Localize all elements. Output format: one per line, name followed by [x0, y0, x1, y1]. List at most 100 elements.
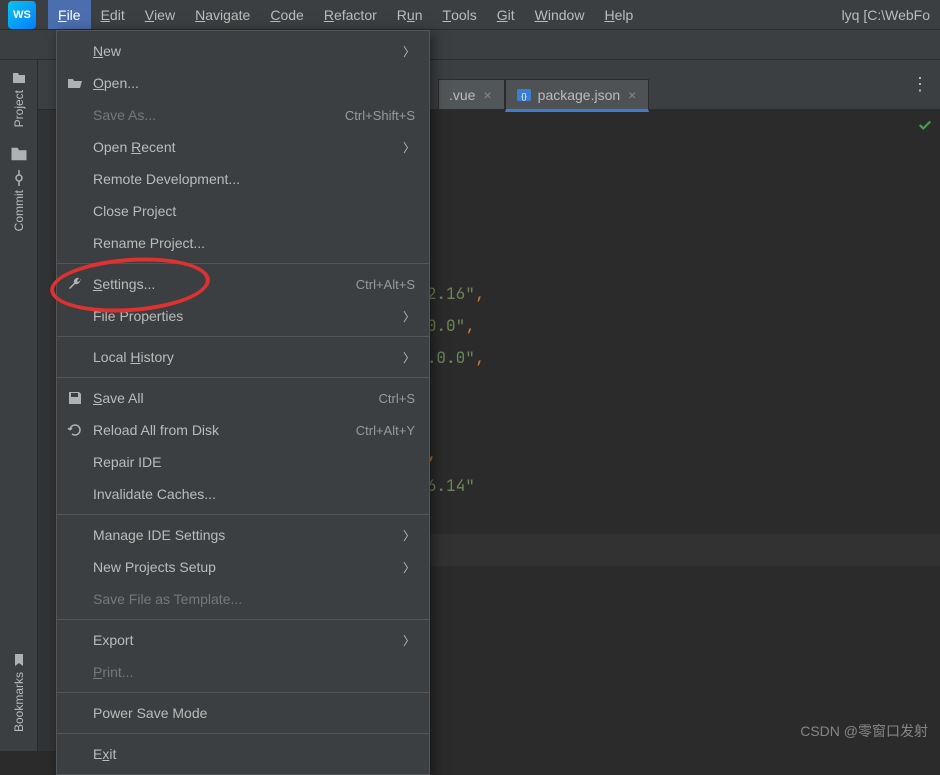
menu-item-invalidate-caches[interactable]: Invalidate Caches... — [57, 478, 429, 510]
project-icon — [11, 70, 27, 86]
menu-item-label: New — [93, 43, 403, 59]
menu-item-manage-ide-settings[interactable]: Manage IDE Settings〉 — [57, 519, 429, 551]
menu-item-label: Power Save Mode — [93, 705, 415, 721]
menu-item-label: Close Project — [93, 203, 415, 219]
menu-item-open-recent[interactable]: Open Recent〉 — [57, 131, 429, 163]
file-menu-dropdown: New〉Open...Save As...Ctrl+Shift+SOpen Re… — [56, 30, 430, 775]
menu-item-label: Invalidate Caches... — [93, 486, 415, 502]
menu-item-label: Settings... — [93, 276, 356, 292]
menu-item-print: Print... — [57, 656, 429, 688]
editor-more-icon[interactable]: ⋮ — [911, 74, 930, 95]
json-icon: {} — [516, 87, 532, 103]
menu-refactor[interactable]: Refactor — [314, 0, 387, 29]
menu-item-export[interactable]: Export〉 — [57, 624, 429, 656]
reload-icon — [67, 422, 83, 438]
menu-item-label: Save File as Template... — [93, 591, 415, 607]
menu-item-label: Manage IDE Settings — [93, 527, 403, 543]
tool-project-label: Project — [12, 90, 26, 127]
menu-item-reload-all-from-disk[interactable]: Reload All from DiskCtrl+Alt+Y — [57, 414, 429, 446]
tool-commit-button[interactable]: Commit — [4, 166, 34, 236]
editor-tab-packagejson[interactable]: {} package.json × — [505, 79, 650, 112]
menu-item-label: Rename Project... — [93, 235, 415, 251]
chevron-right-icon: 〉 — [403, 43, 415, 60]
menu-navigate[interactable]: Navigate — [185, 0, 260, 29]
folder-open-icon — [67, 75, 83, 91]
menu-item-label: Print... — [93, 664, 415, 680]
menu-item-label: Exit — [93, 746, 415, 762]
menu-item-local-history[interactable]: Local History〉 — [57, 341, 429, 373]
close-icon[interactable]: × — [626, 87, 638, 103]
menu-item-save-all[interactable]: Save AllCtrl+S — [57, 382, 429, 414]
chevron-right-icon: 〉 — [403, 308, 415, 325]
menu-item-repair-ide[interactable]: Repair IDE — [57, 446, 429, 478]
menu-shortcut: Ctrl+Alt+Y — [356, 423, 415, 438]
left-tool-stripe: Project Commit Bookmarks — [0, 60, 38, 751]
menu-separator — [57, 263, 429, 264]
chevron-right-icon: 〉 — [403, 559, 415, 576]
menu-edit[interactable]: Edit — [91, 0, 135, 29]
menu-item-settings[interactable]: Settings...Ctrl+Alt+S — [57, 268, 429, 300]
menu-item-label: Open... — [93, 75, 415, 91]
menu-window[interactable]: Window — [525, 0, 595, 29]
menu-shortcut: Ctrl+S — [379, 391, 415, 406]
menu-separator — [57, 619, 429, 620]
inspection-ok-icon[interactable] — [918, 118, 932, 132]
tab-label: package.json — [538, 87, 621, 103]
menu-git[interactable]: Git — [487, 0, 525, 29]
menu-separator — [57, 692, 429, 693]
tool-commit-label: Commit — [12, 190, 26, 231]
menu-item-label: Reload All from Disk — [93, 422, 356, 438]
tool-project-button[interactable]: Project — [4, 64, 34, 134]
menu-item-label: Open Recent — [93, 139, 403, 155]
menu-shortcut: Ctrl+Shift+S — [345, 108, 415, 123]
menu-separator — [57, 377, 429, 378]
menu-separator — [57, 733, 429, 734]
menu-item-exit[interactable]: Exit — [57, 738, 429, 770]
bookmark-icon — [11, 652, 27, 668]
window-title: lyq [C:\WebFo — [832, 0, 940, 29]
folder-icon[interactable] — [9, 144, 29, 160]
chevron-right-icon: 〉 — [403, 349, 415, 366]
menu-item-label: Save All — [93, 390, 379, 406]
menu-item-label: File Properties — [93, 308, 403, 324]
tool-bookmarks-button[interactable]: Bookmarks — [4, 637, 34, 747]
menu-item-save-as: Save As...Ctrl+Shift+S — [57, 99, 429, 131]
main-menubar: WS FileEditViewNavigateCodeRefactorRunTo… — [0, 0, 940, 30]
app-logo-icon: WS — [8, 1, 36, 29]
menu-item-rename-project[interactable]: Rename Project... — [57, 227, 429, 259]
menu-item-power-save-mode[interactable]: Power Save Mode — [57, 697, 429, 729]
menu-file[interactable]: File — [48, 0, 91, 29]
menu-view[interactable]: View — [135, 0, 185, 29]
menu-separator — [57, 514, 429, 515]
menu-item-remote-development[interactable]: Remote Development... — [57, 163, 429, 195]
menu-help[interactable]: Help — [594, 0, 643, 29]
menu-item-label: Export — [93, 632, 403, 648]
menu-item-label: New Projects Setup — [93, 559, 403, 575]
menu-item-label: Save As... — [93, 107, 345, 123]
menu-shortcut: Ctrl+Alt+S — [356, 277, 415, 292]
chevron-right-icon: 〉 — [403, 527, 415, 544]
menu-item-label: Repair IDE — [93, 454, 415, 470]
tool-bookmarks-label: Bookmarks — [12, 672, 26, 732]
close-icon[interactable]: × — [481, 87, 493, 103]
menu-tools[interactable]: Tools — [433, 0, 487, 29]
menu-separator — [57, 336, 429, 337]
chevron-right-icon: 〉 — [403, 139, 415, 156]
commit-icon — [11, 170, 27, 186]
menu-item-close-project[interactable]: Close Project — [57, 195, 429, 227]
menu-item-save-file-as-template: Save File as Template... — [57, 583, 429, 615]
tab-label: .vue — [449, 87, 475, 103]
menu-item-new-projects-setup[interactable]: New Projects Setup〉 — [57, 551, 429, 583]
wrench-icon — [67, 276, 83, 292]
menu-code[interactable]: Code — [260, 0, 313, 29]
menu-item-new[interactable]: New〉 — [57, 35, 429, 67]
svg-text:{}: {} — [521, 92, 527, 101]
menu-run[interactable]: Run — [387, 0, 433, 29]
menu-item-label: Remote Development... — [93, 171, 415, 187]
chevron-right-icon: 〉 — [403, 632, 415, 649]
menu-item-label: Local History — [93, 349, 403, 365]
menu-item-open[interactable]: Open... — [57, 67, 429, 99]
save-icon — [67, 390, 83, 406]
editor-tab-vue[interactable]: .vue × — [438, 79, 505, 109]
menu-item-file-properties[interactable]: File Properties〉 — [57, 300, 429, 332]
